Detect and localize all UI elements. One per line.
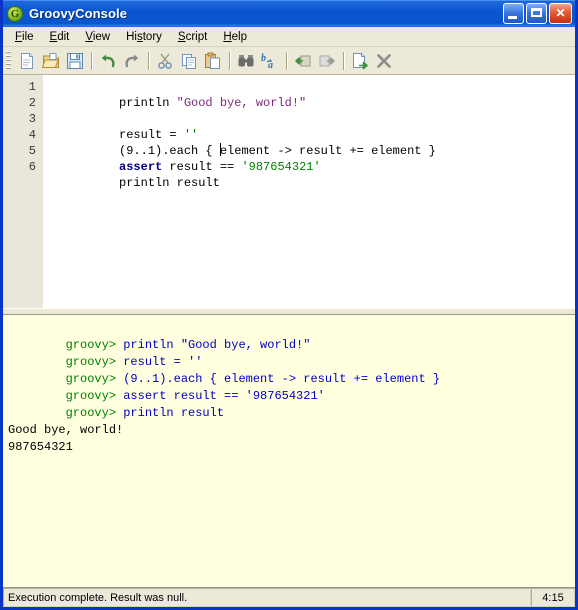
output-result-line: Good bye, world!: [8, 423, 124, 437]
output-result-line: 987654321: [8, 440, 73, 454]
menu-item-help[interactable]: Help: [215, 29, 255, 45]
output-prompt: groovy>: [65, 338, 124, 352]
replace-icon: b a: [261, 53, 273, 70]
code-token-string: '': [183, 128, 199, 142]
output-prompt: groovy>: [65, 372, 124, 386]
new-file-button[interactable]: [15, 49, 39, 73]
toolbar: b a: [3, 47, 575, 75]
title-bar[interactable]: G GroovyConsole ✕: [3, 0, 575, 27]
svg-text:a: a: [268, 60, 273, 70]
maximize-button[interactable]: [526, 3, 547, 24]
save-file-button[interactable]: [63, 49, 87, 73]
menu-item-history[interactable]: History: [118, 29, 170, 45]
close-icon: ✕: [555, 6, 566, 20]
output-command: println result: [123, 406, 225, 420]
code-token: result ==: [162, 160, 242, 174]
output-prompt: groovy>: [65, 355, 124, 369]
status-bar: Execution complete. Result was null. 4:1…: [3, 587, 575, 607]
menu-item-edit[interactable]: Edit: [42, 29, 78, 45]
code-line-3: result = '': [47, 111, 575, 142]
find-icon: [238, 54, 254, 66]
find-button[interactable]: [234, 49, 258, 73]
copy-icon: [182, 53, 196, 69]
history-next-icon: [319, 55, 335, 66]
paste-button[interactable]: [201, 49, 225, 73]
toolbar-separator: [91, 51, 92, 70]
code-line-1: println "Good bye, world!": [47, 79, 575, 110]
toolbar-drag-handle[interactable]: [6, 50, 11, 71]
menu-bar: File Edit View History Script Help: [3, 27, 575, 47]
line-number: 5: [28, 144, 36, 158]
history-next-button: [315, 49, 339, 73]
open-file-icon: [42, 52, 59, 68]
code-token: (9..1).each {: [119, 144, 220, 158]
output-command: assert result == '987654321': [123, 389, 325, 403]
output-command: println "Good bye, world!": [123, 338, 311, 352]
undo-button[interactable]: [96, 49, 120, 73]
minimize-button[interactable]: [503, 3, 524, 24]
toolbar-separator: [148, 51, 149, 70]
code-token-string: "Good bye, world!": [176, 96, 307, 110]
groovy-g-icon: G: [7, 5, 23, 22]
run-script-icon: [353, 52, 368, 69]
line-number: 3: [28, 112, 36, 126]
line-number-gutter: 1 2 3 4 5 6: [3, 75, 43, 308]
toolbar-separator: [229, 51, 230, 70]
svg-text:b: b: [261, 53, 266, 64]
undo-icon: [102, 54, 115, 67]
toolbar-separator: [343, 51, 344, 70]
status-message: Execution complete. Result was null.: [3, 588, 531, 607]
open-file-button[interactable]: [39, 49, 63, 73]
output-prompt: groovy>: [65, 406, 124, 420]
line-number: 4: [28, 128, 36, 142]
redo-icon: [125, 54, 138, 67]
menu-item-file[interactable]: File: [7, 29, 42, 45]
menu-item-view[interactable]: View: [77, 29, 118, 45]
code-token-keyword: assert: [119, 160, 163, 174]
replace-button[interactable]: b a: [258, 49, 282, 73]
line-number: 6: [28, 160, 36, 174]
output-pane[interactable]: groovy> println "Good bye, world!" groov…: [3, 315, 575, 587]
code-token: println result: [119, 176, 220, 190]
split-pane: 1 2 3 4 5 6 println "Good bye, world!" r…: [3, 75, 575, 587]
caret-position-indicator: 4:15: [531, 588, 575, 607]
paste-icon: [205, 52, 220, 69]
toolbar-separator: [286, 51, 287, 70]
history-previous-button[interactable]: [291, 49, 315, 73]
clear-output-icon: [377, 53, 391, 68]
output-command: result = '': [123, 355, 203, 369]
code-token: result =: [119, 128, 184, 142]
output-echo-line: groovy> println "Good bye, world!": [8, 320, 575, 352]
run-script-button[interactable]: [348, 49, 372, 73]
new-file-icon: [21, 52, 33, 69]
code-token: println: [119, 96, 177, 110]
cut-icon: [158, 53, 172, 69]
code-text-area[interactable]: println "Good bye, world!" result = '' (…: [43, 75, 575, 308]
output-prompt: groovy>: [65, 389, 124, 403]
groovy-console-window: G GroovyConsole ✕ File Edit View History…: [0, 0, 578, 610]
line-number: 2: [28, 96, 36, 110]
history-previous-icon: [295, 55, 311, 66]
close-button[interactable]: ✕: [549, 3, 572, 24]
redo-button[interactable]: [120, 49, 144, 73]
code-token-string: '987654321': [241, 160, 321, 174]
cut-button[interactable]: [153, 49, 177, 73]
save-file-icon: [67, 52, 83, 69]
script-editor-pane[interactable]: 1 2 3 4 5 6 println "Good bye, world!" r…: [3, 75, 575, 308]
output-command: (9..1).each { element -> result += eleme…: [123, 372, 441, 386]
window-controls: ✕: [503, 3, 572, 24]
copy-button[interactable]: [177, 49, 201, 73]
line-number: 1: [28, 80, 36, 94]
pane-splitter[interactable]: [3, 308, 575, 315]
clear-output-button[interactable]: [372, 49, 396, 73]
code-token: element -> result += element }: [219, 144, 436, 158]
menu-item-script[interactable]: Script: [170, 29, 215, 45]
window-title: GroovyConsole: [29, 6, 128, 21]
